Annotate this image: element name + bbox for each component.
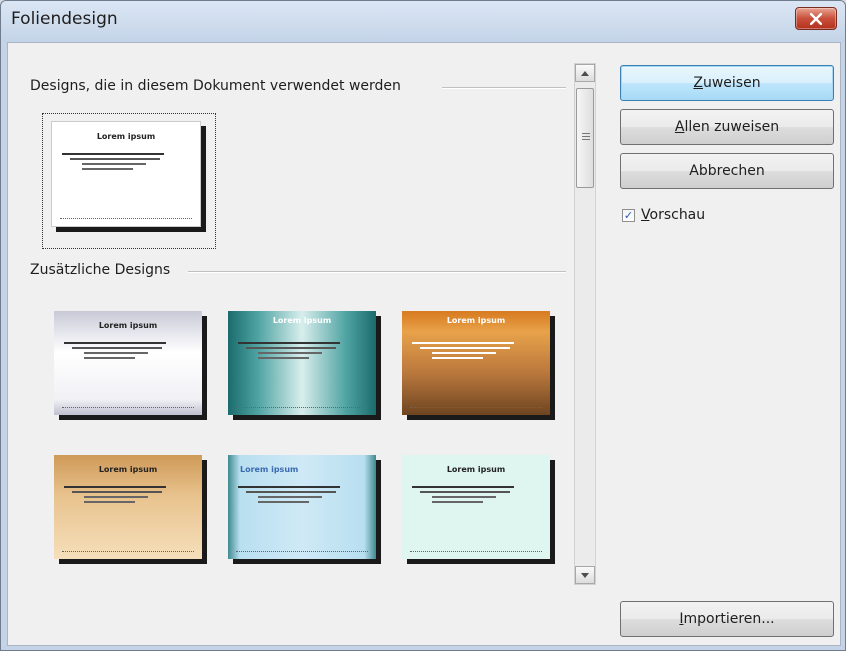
scroll-down-button[interactable] bbox=[575, 566, 595, 584]
separator bbox=[442, 87, 566, 89]
design-thumb-tan[interactable]: Lorem ipsum bbox=[54, 455, 202, 559]
thumb-title: Lorem ipsum bbox=[96, 132, 156, 141]
dialog-body: Designs, die in diesem Dokument verwende… bbox=[7, 42, 841, 646]
title-bar: Foliendesign bbox=[1, 1, 845, 41]
design-thumb-mint[interactable]: Lorem ipsum bbox=[402, 455, 550, 559]
thumb-title: Lorem ipsum bbox=[98, 321, 158, 330]
used-designs-label: Designs, die in diesem Dokument verwende… bbox=[30, 78, 407, 94]
separator bbox=[188, 271, 566, 273]
preview-label: Vorschau bbox=[641, 207, 706, 223]
preview-checkbox-row[interactable]: ✓ Vorschau bbox=[622, 207, 705, 223]
arrow-up-icon bbox=[581, 70, 589, 76]
preview-checkbox[interactable]: ✓ bbox=[622, 208, 635, 222]
thumb-title: Lorem ipsum bbox=[446, 465, 506, 474]
scroll-thumb[interactable] bbox=[576, 88, 594, 188]
vertical-scrollbar[interactable] bbox=[574, 63, 596, 585]
thumb-title: Lorem ipsum bbox=[98, 465, 158, 474]
checkmark-icon: ✓ bbox=[623, 208, 634, 222]
design-thumb-grey[interactable]: Lorem ipsum bbox=[54, 311, 202, 415]
thumb-title: Lorem ipsum bbox=[446, 316, 506, 325]
window-title: Foliendesign bbox=[11, 9, 118, 29]
arrow-down-icon bbox=[581, 572, 589, 578]
design-thumb-lightblue[interactable]: Lorem ipsum bbox=[228, 455, 376, 559]
additional-designs-label: Zusätzliche Designs bbox=[30, 262, 177, 278]
cancel-button[interactable]: Abbrechen bbox=[620, 153, 834, 189]
thumb-title: Lorem ipsum bbox=[240, 465, 299, 474]
close-icon bbox=[810, 12, 822, 25]
close-button[interactable] bbox=[795, 7, 837, 30]
assign-all-button[interactable]: Allen zuweisen bbox=[620, 109, 834, 145]
design-thumb-teal[interactable]: Lorem ipsum bbox=[228, 311, 376, 415]
thumb-title: Lorem ipsum bbox=[272, 316, 332, 325]
assign-button[interactable]: Zuweisen bbox=[620, 65, 834, 101]
scroll-up-button[interactable] bbox=[575, 64, 595, 82]
design-thumb-orange[interactable]: Lorem ipsum bbox=[402, 311, 550, 415]
design-thumb-used-1[interactable]: Lorem ipsum bbox=[51, 121, 201, 227]
import-button[interactable]: Importieren... bbox=[620, 601, 834, 637]
dialog-window: Foliendesign Designs, die in diesem Doku… bbox=[0, 0, 846, 651]
